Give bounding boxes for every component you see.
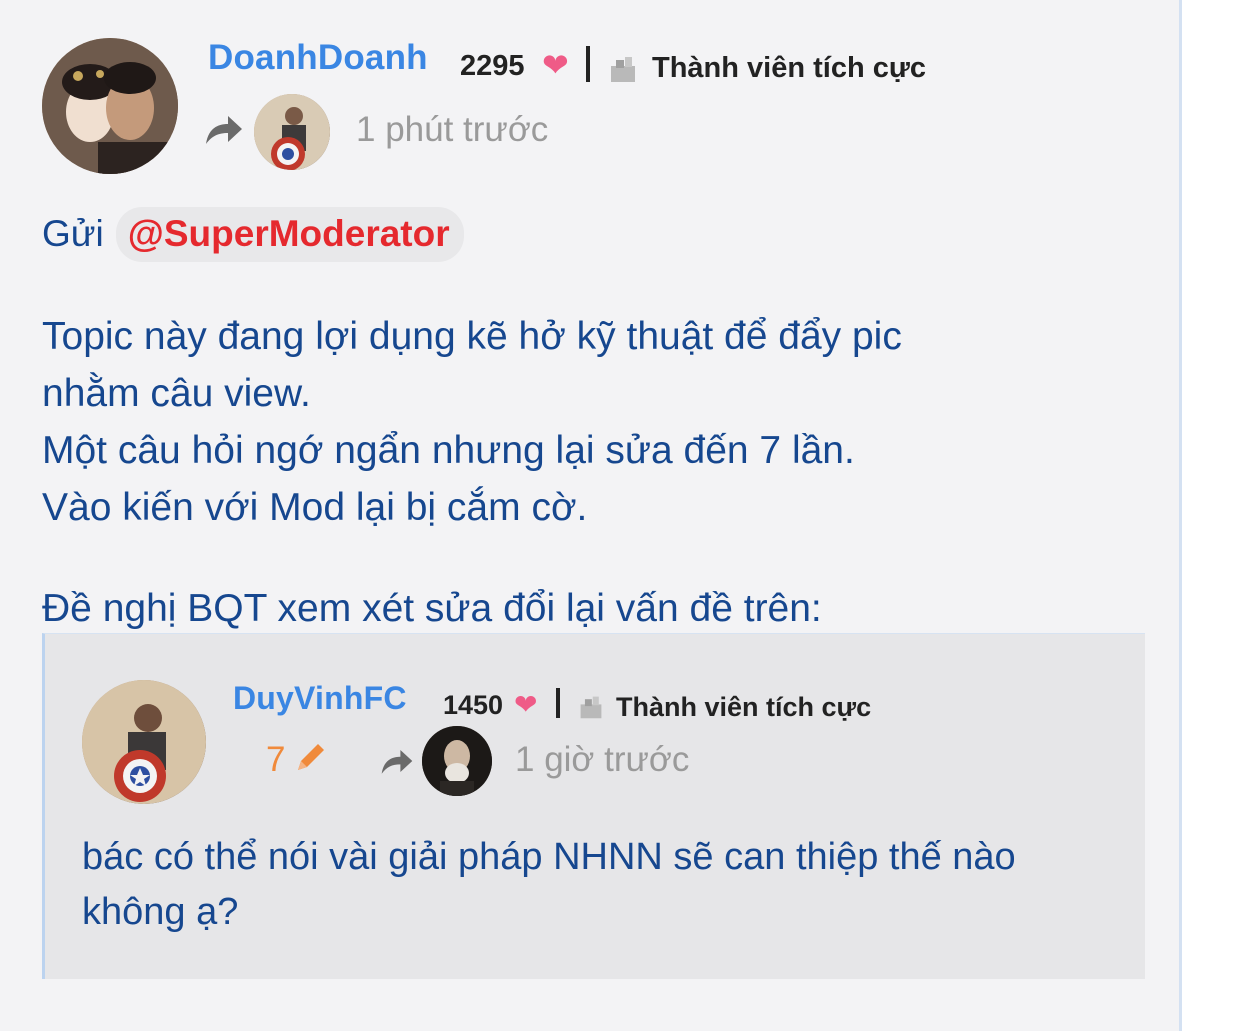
share-arrow-icon[interactable] <box>380 746 414 781</box>
quoted-author-score: 1450 <box>443 690 504 720</box>
quoted-author-rank: Thành viên tích cực <box>616 692 872 722</box>
heart-icon: ❤ <box>542 47 569 83</box>
quoted-post-time: 1 giờ trước <box>515 740 690 779</box>
recipient-line: Gửi @SuperModerator <box>42 204 464 264</box>
separator <box>586 46 590 82</box>
author-score: 2295 <box>460 50 525 82</box>
author-rank: Thành viên tích cực <box>652 52 926 84</box>
body-line: Đề nghị BQT xem xét sửa đổi lại vấn đề t… <box>42 587 822 630</box>
author-username[interactable]: DoanhDoanh <box>208 38 428 78</box>
post-header: DoanhDoanh 2295 ❤ Thành viên tích cực 1 … <box>42 38 1042 178</box>
body-line: Một câu hỏi ngớ ngẩn nhưng lại sửa đến 7… <box>42 429 855 472</box>
quoted-post-body: bác có thể nói vài giải pháp NHNN sẽ can… <box>82 830 1132 940</box>
shared-user-avatar[interactable] <box>254 94 330 170</box>
side-panel <box>1182 0 1242 1031</box>
body-line: bác có thể nói vài giải pháp NHNN sẽ can… <box>82 836 1016 878</box>
body-line: Vào kiến với Mod lại bị cắm cờ. <box>42 486 588 529</box>
body-line: không ạ? <box>82 891 239 933</box>
quoted-author-username[interactable]: DuyVinhFC <box>233 680 407 717</box>
mention-tag[interactable]: @SuperModerator <box>115 206 464 262</box>
post-time: 1 phút trước <box>356 110 549 149</box>
quoted-post: DuyVinhFC 1450 ❤ Thành viên tích cực 7 1… <box>42 633 1145 979</box>
to-label: Gửi <box>42 213 104 254</box>
body-line: nhằm câu view. <box>42 372 311 415</box>
member-rank-icon <box>608 54 638 89</box>
body-line: Topic này đang lợi dụng kẽ hở kỹ thuật đ… <box>42 315 902 358</box>
share-arrow-icon[interactable] <box>204 112 244 151</box>
heart-icon: ❤ <box>514 689 538 720</box>
member-rank-icon <box>578 694 604 725</box>
post-body: Topic này đang lợi dụng kẽ hở kỹ thuật đ… <box>42 308 1122 637</box>
shared-user-avatar[interactable] <box>422 726 492 796</box>
quoted-author-avatar[interactable] <box>82 680 206 804</box>
pencil-icon[interactable] <box>294 740 328 779</box>
edit-count[interactable]: 7 <box>266 740 285 780</box>
separator <box>556 688 560 718</box>
author-avatar[interactable] <box>42 38 178 174</box>
